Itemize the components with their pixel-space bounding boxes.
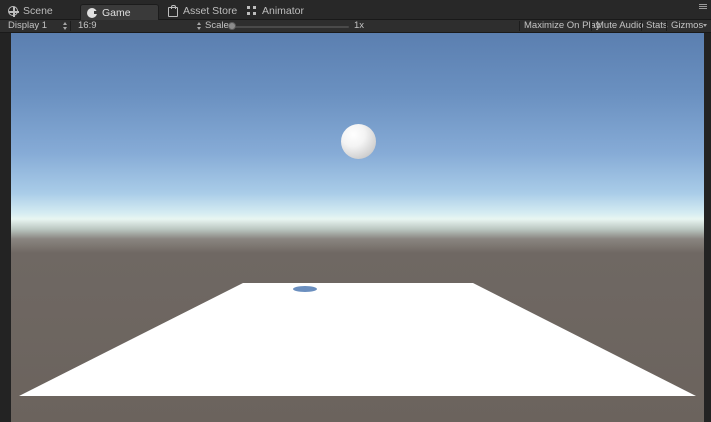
stats-button[interactable]: Stats: [646, 20, 668, 32]
tab-animator[interactable]: Animator: [241, 3, 311, 19]
scale-label: Scale: [205, 20, 229, 31]
tab-asset-store[interactable]: Asset Store: [162, 3, 238, 19]
scale-slider-handle[interactable]: [228, 22, 236, 30]
ground-plane-surface: [19, 283, 696, 396]
tab-scene-label: Scene: [23, 5, 53, 17]
scale-slider-track[interactable]: [234, 26, 349, 28]
aspect-label: 16:9: [78, 20, 97, 31]
gizmos-label: Gizmos: [671, 20, 704, 31]
tab-game[interactable]: Game: [80, 4, 159, 20]
toolbar-divider: [519, 21, 520, 31]
viewport-letterbox-left: [0, 33, 11, 422]
tab-asset-store-label: Asset Store: [183, 5, 238, 17]
sphere-shadow: [293, 286, 317, 292]
aspect-dropdown-arrow-icon: [196, 22, 202, 30]
toolbar-divider: [591, 21, 592, 31]
scene-icon: [8, 6, 19, 17]
display-dropdown-arrow-icon: [62, 22, 68, 30]
aspect-dropdown[interactable]: 16:9: [78, 20, 97, 32]
tab-menu-icon[interactable]: [699, 3, 707, 11]
asset-store-icon: [168, 5, 178, 17]
window-tab-bar: Scene Game Asset Store Animator: [0, 0, 711, 20]
display-dropdown[interactable]: Display 1: [8, 20, 47, 32]
game-viewport[interactable]: [11, 33, 704, 422]
tab-animator-label: Animator: [262, 5, 305, 17]
toolbar-divider: [70, 21, 71, 31]
gizmos-dropdown-arrow-icon: [703, 24, 707, 27]
gizmos-dropdown[interactable]: Gizmos: [671, 20, 703, 32]
toolbar-divider: [641, 21, 642, 31]
tab-game-label: Game: [102, 6, 131, 19]
mute-audio-button[interactable]: Mute Audio: [596, 20, 644, 32]
sphere-object: [341, 124, 376, 159]
toolbar-divider: [666, 21, 667, 31]
tab-scene[interactable]: Scene: [2, 3, 72, 19]
viewport-letterbox-right: [704, 33, 711, 422]
animator-icon: [247, 6, 257, 16]
display-label: Display 1: [8, 20, 48, 31]
ground-plane: [19, 283, 696, 396]
game-view-toolbar: Display 1 16:9 Scale 1x Maximize On Play…: [0, 20, 711, 33]
maximize-on-play-button[interactable]: Maximize On Play: [524, 20, 601, 32]
game-icon: [87, 7, 98, 18]
scale-value: 1x: [354, 20, 365, 31]
